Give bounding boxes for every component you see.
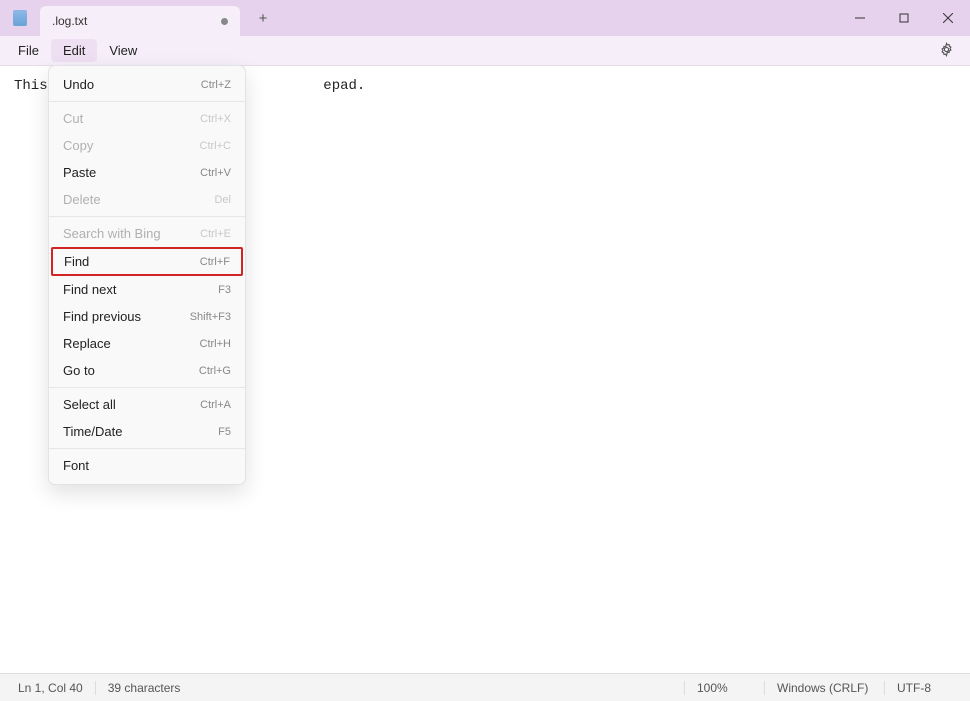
menu-time-date[interactable]: Time/Date F5 [49,418,245,445]
menu-copy-shortcut: Ctrl+C [200,140,231,152]
menu-find-prev[interactable]: Find previous Shift+F3 [49,303,245,330]
menu-undo[interactable]: Undo Ctrl+Z [49,71,245,98]
edit-dropdown-menu: Undo Ctrl+Z Cut Ctrl+X Copy Ctrl+C Paste… [48,65,246,485]
titlebar: .log.txt + [0,0,970,36]
gear-icon [939,42,954,57]
menu-view[interactable]: View [97,39,149,62]
menu-separator [49,387,245,388]
file-tab[interactable]: .log.txt [40,6,240,36]
status-characters: 39 characters [96,681,193,695]
menu-search-bing-shortcut: Ctrl+E [200,228,231,240]
editor-text-suffix: epad. [323,78,365,94]
menu-paste[interactable]: Paste Ctrl+V [49,159,245,186]
menu-separator [49,101,245,102]
tab-title: .log.txt [52,14,211,28]
menu-time-date-shortcut: F5 [218,426,231,438]
menu-goto-shortcut: Ctrl+G [199,365,231,377]
menu-replace-shortcut: Ctrl+H [200,338,231,350]
menu-paste-shortcut: Ctrl+V [200,167,231,179]
menu-find-next-shortcut: F3 [218,284,231,296]
menu-time-date-label: Time/Date [63,424,122,439]
menu-delete-shortcut: Del [214,194,231,206]
menu-separator [49,216,245,217]
menu-undo-shortcut: Ctrl+Z [201,79,231,91]
maximize-button[interactable] [882,0,926,36]
menu-font-label: Font [63,458,89,473]
notepad-icon [13,10,27,26]
menu-replace-label: Replace [63,336,111,351]
menu-search-bing-label: Search with Bing [63,226,161,241]
menu-find-label: Find [64,254,89,269]
menu-undo-label: Undo [63,77,94,92]
window-controls [838,0,970,36]
menu-font[interactable]: Font [49,452,245,479]
menu-goto[interactable]: Go to Ctrl+G [49,357,245,384]
menu-delete[interactable]: Delete Del [49,186,245,213]
menu-find-prev-shortcut: Shift+F3 [190,311,231,323]
menu-paste-label: Paste [63,165,96,180]
status-zoom[interactable]: 100% [684,681,764,695]
menu-select-all-shortcut: Ctrl+A [200,399,231,411]
status-encoding: UTF-8 [884,681,964,695]
statusbar: Ln 1, Col 40 39 characters 100% Windows … [0,673,970,701]
app-icon [0,0,40,36]
status-position: Ln 1, Col 40 [6,681,96,695]
new-tab-button[interactable]: + [248,0,278,36]
menu-edit[interactable]: Edit [51,39,97,62]
menubar: File Edit View [0,36,970,66]
menu-delete-label: Delete [63,192,101,207]
menu-cut[interactable]: Cut Ctrl+X [49,105,245,132]
tab-modified-indicator [221,18,228,25]
minimize-button[interactable] [838,0,882,36]
menu-find-next-label: Find next [63,282,116,297]
menu-goto-label: Go to [63,363,95,378]
close-button[interactable] [926,0,970,36]
menu-find-shortcut: Ctrl+F [200,256,230,268]
menu-file[interactable]: File [6,39,51,62]
menu-find-next[interactable]: Find next F3 [49,276,245,303]
menu-replace[interactable]: Replace Ctrl+H [49,330,245,357]
menu-separator [49,448,245,449]
menu-search-bing[interactable]: Search with Bing Ctrl+E [49,220,245,247]
menu-copy[interactable]: Copy Ctrl+C [49,132,245,159]
menu-copy-label: Copy [63,138,93,153]
status-line-ending: Windows (CRLF) [764,681,884,695]
menu-find-prev-label: Find previous [63,309,141,324]
menu-select-all[interactable]: Select all Ctrl+A [49,391,245,418]
menu-select-all-label: Select all [63,397,116,412]
settings-button[interactable] [929,38,964,64]
menu-cut-label: Cut [63,111,83,126]
editor-text-prefix: This [14,78,48,94]
menu-find[interactable]: Find Ctrl+F [51,247,243,276]
menu-cut-shortcut: Ctrl+X [200,113,231,125]
